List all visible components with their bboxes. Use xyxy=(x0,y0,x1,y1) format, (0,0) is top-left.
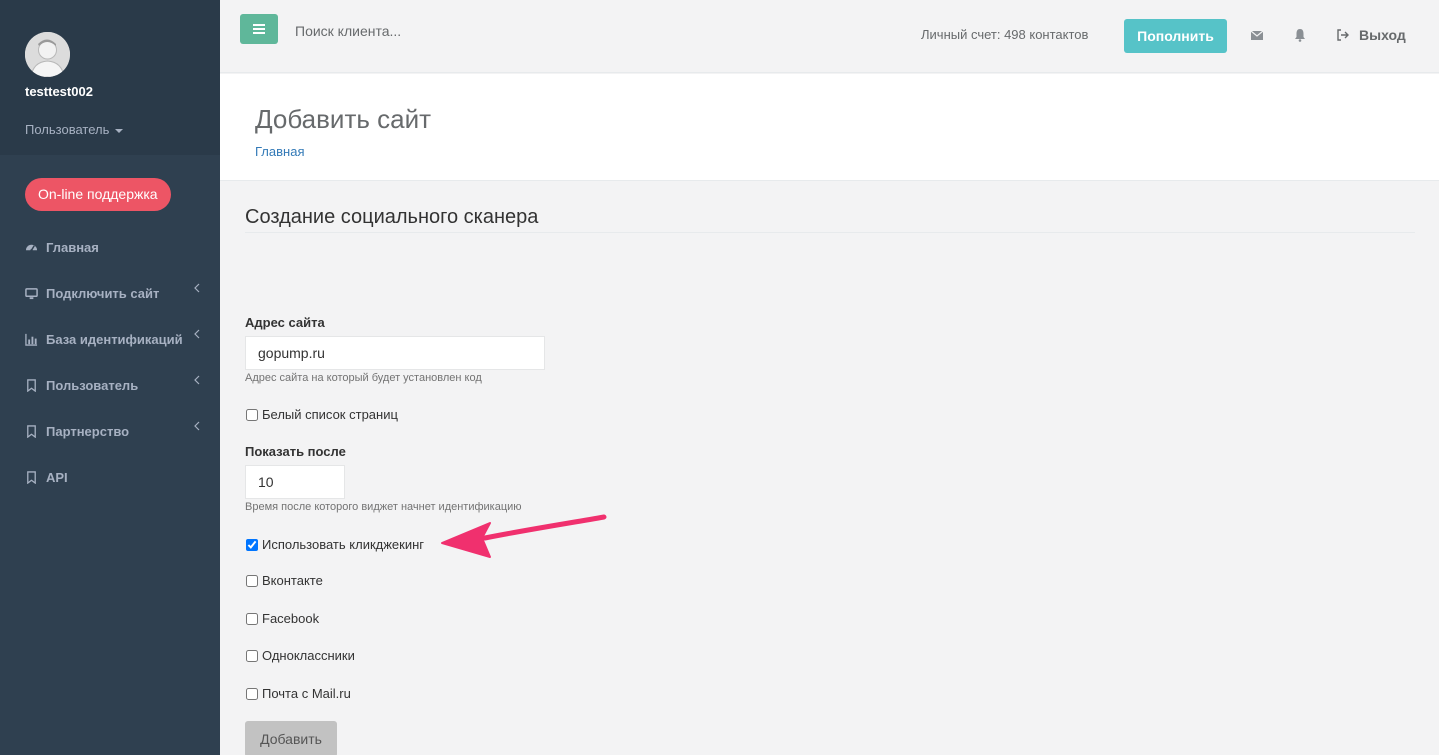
hamburger-icon xyxy=(253,24,265,34)
site-address-label: Адрес сайта xyxy=(245,315,325,330)
clickjacking-checkbox[interactable] xyxy=(246,538,258,551)
chevron-left-icon xyxy=(193,283,201,293)
chevron-left-icon xyxy=(193,329,201,339)
online-support-button[interactable]: On-line поддержка xyxy=(25,178,171,211)
logout-link[interactable]: Выход xyxy=(1336,27,1406,43)
sidebar-item-label: API xyxy=(46,469,68,485)
show-after-label: Показать после xyxy=(245,444,346,459)
facebook-checkbox[interactable] xyxy=(246,612,258,625)
vk-label: Вконтакте xyxy=(262,573,323,588)
site-address-input[interactable] xyxy=(245,336,545,370)
sidebar-item-user[interactable]: Пользователь xyxy=(0,362,220,408)
sidebar-item-identification-base[interactable]: База идентификаций xyxy=(0,316,220,362)
desktop-icon xyxy=(24,286,38,300)
sidebar-item-label: Подключить сайт xyxy=(46,285,160,301)
bookmark-icon xyxy=(24,378,38,392)
sidebar-item-partnership[interactable]: Партнерство xyxy=(0,408,220,454)
sidebar-item-label: Пользователь xyxy=(46,377,139,393)
mailru-checkbox-row[interactable]: Почта с Mail.ru xyxy=(245,686,351,701)
bookmark-icon xyxy=(24,470,38,484)
username: testtest002 xyxy=(25,84,93,99)
caret-down-icon xyxy=(115,128,123,133)
vk-checkbox[interactable] xyxy=(246,574,258,587)
sidebar-item-home[interactable]: Главная xyxy=(0,224,220,270)
bar-chart-icon xyxy=(24,332,38,346)
mailru-checkbox[interactable] xyxy=(246,687,258,700)
odnoklassniki-checkbox[interactable] xyxy=(246,649,258,662)
client-search-input[interactable] xyxy=(288,18,588,44)
clickjacking-label: Использовать кликджекинг xyxy=(262,537,425,552)
odnoklassniki-checkbox-row[interactable]: Одноклассники xyxy=(245,648,355,663)
avatar[interactable] xyxy=(25,32,70,77)
sidebar: testtest002 Пользователь On-line поддерж… xyxy=(0,0,220,755)
breadcrumb-home-link[interactable]: Главная xyxy=(255,144,304,159)
clickjacking-checkbox-row[interactable]: Использовать кликджекинг xyxy=(245,537,424,552)
section-divider xyxy=(245,232,1415,233)
logout-label: Выход xyxy=(1359,27,1406,43)
odnoklassniki-label: Одноклассники xyxy=(262,648,355,663)
whitelist-checkbox[interactable] xyxy=(246,408,258,421)
topup-button[interactable]: Пополнить xyxy=(1124,19,1227,53)
dashboard-icon xyxy=(24,240,38,254)
bookmark-icon xyxy=(24,424,38,438)
mailru-label: Почта с Mail.ru xyxy=(262,686,351,701)
sidebar-item-label: База идентификаций xyxy=(46,331,183,347)
add-site-button[interactable]: Добавить xyxy=(245,721,337,755)
section-title: Создание социального сканера xyxy=(245,206,539,228)
show-after-input[interactable] xyxy=(245,465,345,499)
page-heading: Добавить сайт Главная xyxy=(220,74,1439,181)
chevron-left-icon xyxy=(193,421,201,431)
account-balance: Личный счет: 498 контактов xyxy=(921,27,1089,42)
menu-toggle-button[interactable] xyxy=(240,14,278,44)
avatar-image xyxy=(25,32,70,77)
chevron-left-icon xyxy=(193,375,201,385)
bell-icon[interactable] xyxy=(1293,28,1307,42)
envelope-icon[interactable] xyxy=(1250,28,1264,42)
facebook-label: Facebook xyxy=(262,611,320,626)
whitelist-checkbox-row[interactable]: Белый список страниц xyxy=(245,407,398,422)
top-navbar: Личный счет: 498 контактов Пополнить Вых… xyxy=(220,0,1439,73)
sidebar-item-connect-site[interactable]: Подключить сайт xyxy=(0,270,220,316)
profile-block: testtest002 Пользователь xyxy=(0,0,220,155)
sidebar-nav: Главная Подключить сайт База идентификац… xyxy=(0,224,220,500)
user-role-label: Пользователь xyxy=(25,122,110,137)
sign-out-icon xyxy=(1337,29,1349,41)
user-role-dropdown[interactable]: Пользователь xyxy=(25,122,123,137)
page-title: Добавить сайт xyxy=(255,104,432,134)
site-address-help: Адрес сайта на который будет установлен … xyxy=(245,372,482,384)
whitelist-label: Белый список страниц xyxy=(262,407,398,422)
vk-checkbox-row[interactable]: Вконтакте xyxy=(245,573,323,588)
sidebar-item-api[interactable]: API xyxy=(0,454,220,500)
sidebar-item-label: Партнерство xyxy=(46,423,130,439)
sidebar-item-label: Главная xyxy=(46,239,99,255)
facebook-checkbox-row[interactable]: Facebook xyxy=(245,611,319,626)
annotation-arrow-icon xyxy=(441,514,607,558)
